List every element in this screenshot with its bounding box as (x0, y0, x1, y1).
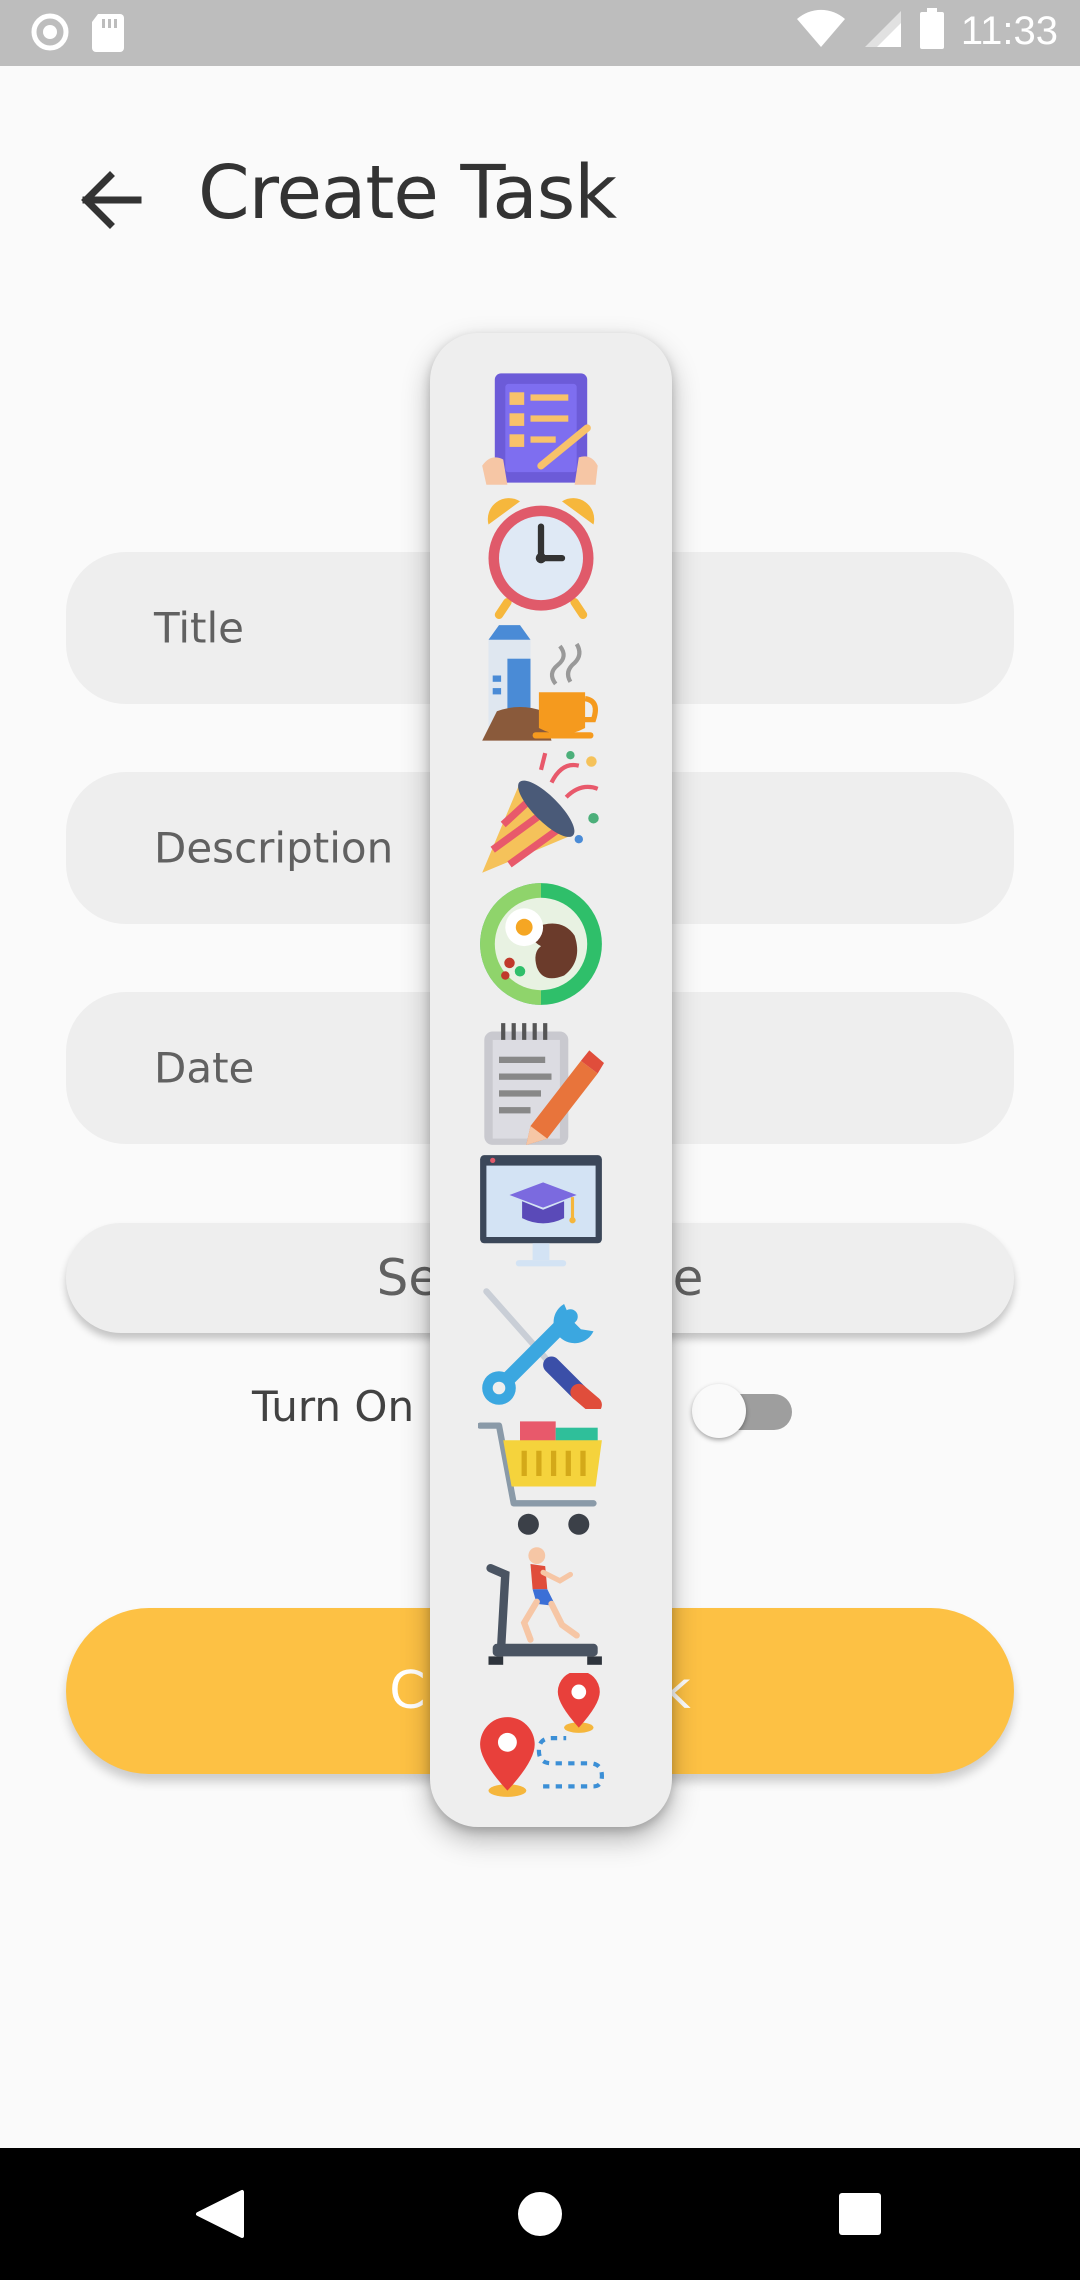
back-button[interactable] (72, 160, 152, 240)
sd-card-icon (90, 12, 126, 56)
online-education-icon (480, 1155, 602, 1267)
signal-icon (863, 9, 903, 53)
meal-plate-icon (480, 883, 602, 1005)
battery-icon (919, 8, 945, 54)
clock-time: 11:33 (960, 8, 1058, 53)
home-circle-icon (518, 2192, 562, 2236)
nav-home-button[interactable] (504, 2178, 576, 2250)
status-bar: 11:33 (0, 0, 1080, 66)
date-placeholder: Date (154, 1043, 255, 1093)
record-icon (30, 12, 70, 56)
icon-option-route-map[interactable] (478, 1673, 604, 1799)
breakfast-icon (482, 625, 598, 741)
checklist-icon (482, 373, 598, 485)
nav-recents-button[interactable] (824, 2178, 896, 2250)
wifi-icon (795, 9, 847, 53)
icon-option-shopping-cart[interactable] (478, 1413, 604, 1539)
party-popper-icon (482, 751, 599, 873)
title-placeholder: Title (154, 603, 245, 653)
icon-option-notepad[interactable] (478, 1021, 604, 1147)
system-nav-bar (0, 2148, 1080, 2280)
icon-option-online-education[interactable] (478, 1153, 604, 1279)
tools-icon (482, 1288, 602, 1409)
notification-toggle[interactable] (692, 1384, 794, 1438)
notepad-pencil-icon (484, 1023, 604, 1145)
icon-picker-popup (430, 333, 672, 1827)
shopping-cart-icon (478, 1421, 602, 1535)
alarm-clock-icon (487, 498, 595, 619)
treadmill-icon (486, 1547, 602, 1665)
icon-option-meal-plate[interactable] (478, 881, 604, 1007)
icon-option-treadmill[interactable] (478, 1543, 604, 1669)
icon-option-tools[interactable] (478, 1283, 604, 1409)
nav-back-button[interactable] (184, 2178, 256, 2250)
icon-option-party-popper[interactable] (478, 751, 604, 877)
recents-square-icon (839, 2193, 881, 2235)
icon-option-breakfast[interactable] (478, 623, 604, 749)
route-map-icon (480, 1673, 604, 1797)
back-triangle-icon (196, 2190, 244, 2238)
page-title: Create Task (198, 150, 617, 236)
arrow-back-icon (81, 171, 142, 229)
toggle-thumb (692, 1384, 746, 1438)
icon-option-alarm-clock[interactable] (478, 493, 604, 619)
description-placeholder: Description (154, 823, 394, 873)
icon-option-checklist[interactable] (478, 365, 604, 491)
